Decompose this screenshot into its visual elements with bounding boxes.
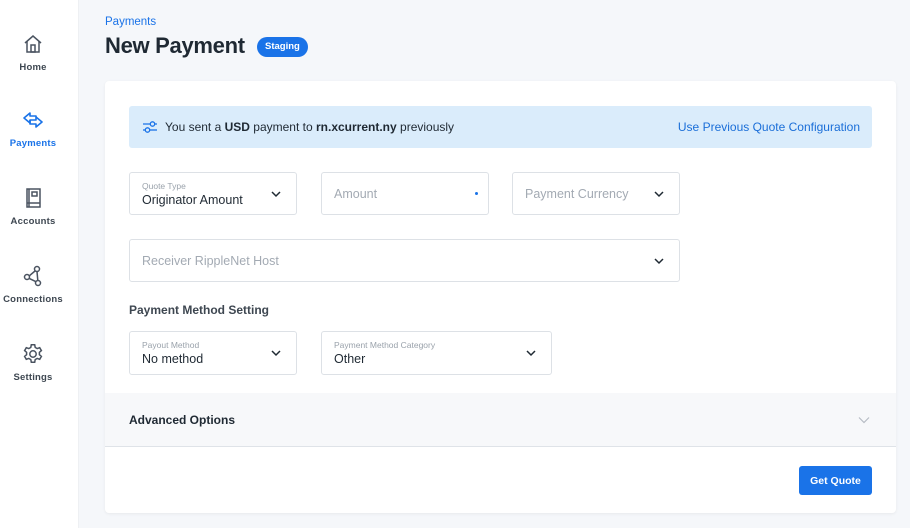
amount-input[interactable]: Amount [321, 172, 489, 215]
previous-payment-banner: You sent a USD payment to rn.xcurrent.ny… [129, 106, 872, 148]
network-nodes-icon [23, 265, 42, 287]
chevron-down-icon [654, 258, 664, 265]
banner-host: rn.xcurrent.ny [316, 120, 397, 134]
sidebar-item-label: Settings [13, 372, 53, 383]
sidebar-item-settings[interactable]: Settings [0, 342, 66, 383]
amount-placeholder: Amount [334, 187, 378, 201]
breadcrumb-payments[interactable]: Payments [105, 16, 156, 28]
gear-icon [23, 344, 43, 363]
sidebar: Home Payments Accounts Connections Setti… [0, 0, 79, 528]
sidebar-item-payments[interactable]: Payments [0, 108, 66, 149]
new-payment-card: You sent a USD payment to rn.xcurrent.ny… [105, 81, 896, 513]
quote-type-select[interactable]: Quote Type Originator Amount [129, 172, 297, 215]
payout-method-label: Payout Method [142, 340, 200, 350]
page-title: New Payment [105, 33, 245, 58]
required-indicator [475, 192, 478, 195]
banner-currency: USD [224, 120, 250, 134]
payment-method-category-select[interactable]: Payment Method Category Other [321, 331, 552, 375]
sidebar-item-label: Accounts [10, 216, 56, 227]
receiver-ripplenet-host-select[interactable]: Receiver RippleNet Host [129, 239, 680, 282]
transfer-arrows-icon [23, 112, 43, 128]
sidebar-item-label: Payments [9, 138, 57, 149]
sidebar-item-home[interactable]: Home [0, 32, 66, 73]
payout-method-select[interactable]: Payout Method No method [129, 331, 297, 375]
payment-currency-select[interactable]: Payment Currency [512, 172, 680, 215]
advanced-options-toggle[interactable]: Advanced Options [105, 393, 896, 447]
sidebar-item-label: Connections [3, 294, 63, 305]
advanced-options-label: Advanced Options [129, 413, 236, 427]
banner-message: You sent a USD payment to rn.xcurrent.ny… [165, 120, 455, 134]
chevron-down-icon [271, 350, 281, 357]
sidebar-item-connections[interactable]: Connections [0, 264, 66, 305]
payout-method-value: No method [142, 352, 204, 366]
payment-currency-placeholder: Payment Currency [525, 187, 629, 201]
quote-type-value: Originator Amount [142, 193, 243, 207]
sidebar-item-accounts[interactable]: Accounts [0, 186, 66, 227]
chevron-down-icon [858, 417, 870, 424]
sidebar-item-label: Home [19, 62, 47, 73]
chevron-down-icon [271, 191, 281, 198]
quote-type-label: Quote Type [142, 181, 186, 191]
chevron-down-icon [526, 350, 536, 357]
payment-method-category-label: Payment Method Category [334, 340, 436, 350]
chevron-down-icon [654, 191, 664, 198]
home-icon [24, 35, 42, 53]
get-quote-button[interactable]: Get Quote [799, 466, 872, 495]
ledger-book-icon [26, 188, 41, 208]
sliders-icon [143, 121, 157, 133]
receiver-host-placeholder: Receiver RippleNet Host [142, 254, 279, 268]
payment-method-section-title: Payment Method Setting [129, 303, 270, 317]
environment-badge: Staging [257, 37, 308, 57]
use-previous-quote-link[interactable]: Use Previous Quote Configuration [678, 120, 860, 134]
payment-method-category-value: Other [334, 352, 366, 366]
